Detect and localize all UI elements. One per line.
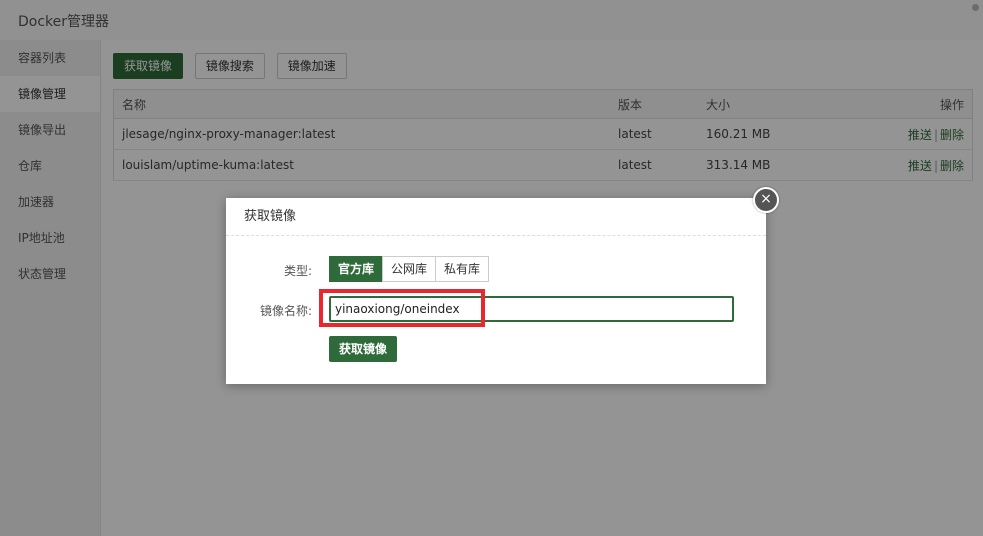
image-name-input[interactable]: [329, 296, 734, 322]
pull-image-dialog: 获取镜像 × 类型: 官方库 公网库 私有库 镜像名称: 获取镜像: [226, 187, 779, 384]
registry-type-selector: 官方库 公网库 私有库: [329, 256, 490, 282]
type-option-public[interactable]: 公网库: [382, 256, 437, 282]
type-label: 类型:: [283, 264, 312, 278]
image-name-label: 镜像名称:: [259, 304, 312, 318]
type-option-private[interactable]: 私有库: [435, 256, 490, 282]
close-icon[interactable]: ×: [753, 187, 779, 213]
dialog-title: 获取镜像: [226, 198, 766, 236]
submit-pull-button[interactable]: 获取镜像: [329, 336, 398, 362]
type-option-official[interactable]: 官方库: [329, 256, 384, 282]
